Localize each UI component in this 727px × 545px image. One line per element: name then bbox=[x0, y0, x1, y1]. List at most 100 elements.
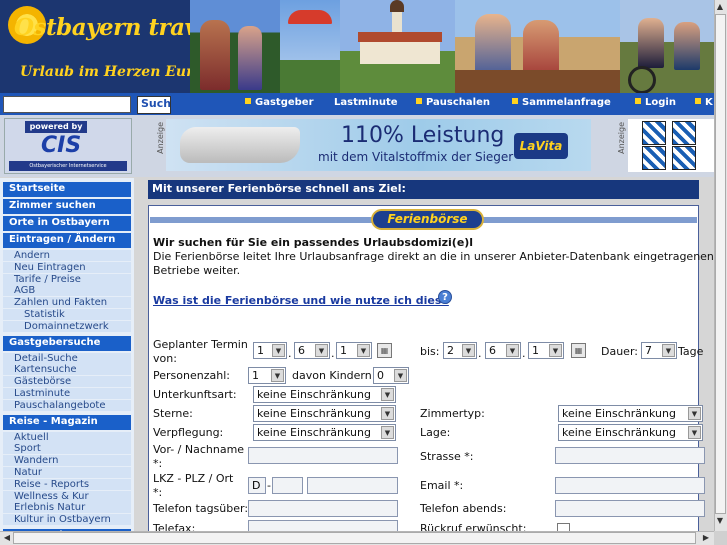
chevron-down-icon: ▼ bbox=[462, 344, 475, 357]
sidebar-item-detail-suche[interactable]: Detail-Suche bbox=[3, 352, 131, 364]
sidebar-item-tarife-preise[interactable]: Tarife / Preise bbox=[3, 273, 131, 285]
calendar-icon[interactable]: ▦ bbox=[571, 343, 586, 358]
sidebar-item-statistik[interactable]: Statistik bbox=[3, 309, 131, 320]
chevron-down-icon: ▼ bbox=[381, 407, 394, 420]
zimmertyp-select[interactable]: keine Einschränkung ▼ bbox=[558, 405, 703, 422]
from-day-select[interactable]: 1 ▼ bbox=[253, 342, 287, 359]
from-month-select[interactable]: 6 ▼ bbox=[294, 342, 330, 359]
sidebar-item-reise-reports[interactable]: Reise - Reports bbox=[3, 478, 131, 490]
scroll-down-icon[interactable]: ▼ bbox=[714, 515, 726, 527]
intro-heading: Wir suchen für Sie ein passendes Urlaubs… bbox=[153, 236, 474, 249]
separator-dot: . bbox=[331, 347, 335, 360]
scroll-left-icon[interactable]: ◀ bbox=[1, 532, 13, 544]
chevron-down-icon: ▼ bbox=[315, 344, 328, 357]
to-month-select[interactable]: 6 ▼ bbox=[485, 342, 521, 359]
strasse-label: Strasse *: bbox=[420, 450, 474, 463]
personen-select[interactable]: 1 ▼ bbox=[248, 367, 286, 384]
rhombus-tile bbox=[672, 121, 696, 145]
sidebar-item-agb[interactable]: AGB bbox=[3, 285, 131, 297]
verpflegung-select[interactable]: keine Einschränkung ▼ bbox=[253, 424, 396, 441]
nav-item-pauschalen[interactable]: Pauschalen bbox=[416, 97, 490, 108]
sidebar-item-wandern[interactable]: Wandern bbox=[3, 455, 131, 467]
vitalstoff-banner[interactable]: 110% Leistung mit dem Vitalstoffmix der … bbox=[166, 119, 591, 171]
lavita-logo: LaVita bbox=[514, 133, 568, 159]
unterkunft-select[interactable]: keine Einschränkung ▼ bbox=[253, 386, 396, 403]
sidebar-item-erlebnis-natur[interactable]: Erlebnis Natur bbox=[3, 502, 131, 514]
sidebar-item-sport[interactable]: Sport bbox=[3, 443, 131, 455]
strasse-input[interactable] bbox=[555, 447, 705, 464]
sidebar-item-kartensuche[interactable]: Kartensuche bbox=[3, 364, 131, 376]
sidebar-item-aktuell[interactable]: Aktuell bbox=[3, 431, 131, 443]
horizontal-scroll-thumb[interactable] bbox=[13, 532, 696, 544]
header-photo-bikers bbox=[620, 0, 714, 93]
shoes-image bbox=[180, 127, 300, 163]
sidebar-item-zimmer-suchen[interactable]: Zimmer suchen bbox=[3, 199, 131, 214]
tel-abend-input[interactable] bbox=[555, 500, 705, 517]
sidebar-item-neu-eintragen[interactable]: Neu Eintragen bbox=[3, 261, 131, 273]
anzeige-label: Anzeige bbox=[156, 122, 165, 154]
dauer-select[interactable]: 7 ▼ bbox=[641, 342, 677, 359]
search-button[interactable]: Such bbox=[137, 96, 171, 114]
sidebar-item-natur[interactable]: Natur bbox=[3, 467, 131, 478]
kinder-label: davon Kindern: bbox=[292, 369, 376, 382]
name-label: Vor- / Nachname bbox=[153, 443, 245, 456]
help-icon[interactable]: ? bbox=[438, 290, 452, 304]
sidebar-item-ändern[interactable]: Ändern bbox=[3, 250, 131, 261]
lkz-input[interactable]: D bbox=[248, 477, 266, 494]
tel-tag-input[interactable] bbox=[248, 500, 398, 517]
bayern-ad[interactable] bbox=[628, 119, 714, 172]
name-input[interactable] bbox=[248, 447, 398, 464]
sidebar-item-domainnetzwerk[interactable]: Domainnetzwerk bbox=[3, 320, 131, 332]
help-link[interactable]: Was ist die Ferienbörse und wie nutze ic… bbox=[153, 294, 449, 307]
site-logo[interactable]: Ostbayern travel Urlaub im Herzen Europa… bbox=[0, 0, 230, 93]
vertical-scroll-thumb[interactable] bbox=[715, 14, 726, 514]
bullet-icon bbox=[635, 98, 641, 104]
nav-item-gastgeber[interactable]: Gastgeber bbox=[245, 97, 314, 108]
sidebar-item-eintragen-ändern[interactable]: Eintragen / Ändern bbox=[3, 233, 131, 248]
ort-label-required: *: bbox=[153, 486, 163, 499]
ort-input[interactable] bbox=[307, 477, 398, 494]
sidebar-item-gastgebersuche[interactable]: Gastgebersuche bbox=[3, 335, 131, 351]
sidebar-item-startseite[interactable]: Startseite bbox=[3, 182, 131, 197]
lage-select[interactable]: keine Einschränkung ▼ bbox=[558, 424, 703, 441]
sidebar-item-kultur-in-ostbayern[interactable]: Kultur in Ostbayern bbox=[3, 514, 131, 526]
rhombus-tile bbox=[642, 121, 666, 145]
termin-von-label: von: bbox=[153, 352, 177, 365]
header-photo-paraglider bbox=[280, 0, 340, 93]
email-label: Email *: bbox=[420, 479, 464, 492]
sidebar-item-wellness-kur[interactable]: Wellness & Kur bbox=[3, 490, 131, 502]
nav-item-login[interactable]: Login bbox=[635, 97, 676, 108]
to-day-select[interactable]: 2 ▼ bbox=[443, 342, 477, 359]
nav-item-sammelanfrage[interactable]: Sammelanfrage bbox=[512, 97, 611, 108]
header-photo-church bbox=[340, 0, 455, 93]
sidebar-item-reise-magazin[interactable]: Reise - Magazin bbox=[3, 414, 131, 430]
nav-item-k[interactable]: K bbox=[695, 97, 713, 108]
kinder-select[interactable]: 0 ▼ bbox=[373, 367, 409, 384]
scroll-right-icon[interactable]: ▶ bbox=[700, 532, 712, 544]
header-photo-hikers bbox=[190, 0, 280, 93]
chevron-down-icon: ▼ bbox=[357, 344, 370, 357]
sidebar-item-gästebörse[interactable]: Gästebörse bbox=[3, 376, 131, 388]
plz-input[interactable] bbox=[272, 477, 303, 494]
to-year-select[interactable]: 1 ▼ bbox=[528, 342, 564, 359]
from-year-select[interactable]: 1 ▼ bbox=[336, 342, 372, 359]
sidebar-item-zahlen-und-fakten[interactable]: Zahlen und Fakten bbox=[3, 297, 131, 309]
nav-item-lastminute[interactable]: Lastminute bbox=[334, 97, 398, 108]
scroll-up-icon[interactable]: ▲ bbox=[714, 1, 726, 13]
termin-label: Geplanter Termin bbox=[153, 338, 248, 351]
chevron-down-icon: ▼ bbox=[381, 426, 394, 439]
calendar-icon[interactable]: ▦ bbox=[377, 343, 392, 358]
sidebar-item-pauschalangebote[interactable]: Pauschalangebote bbox=[3, 399, 131, 411]
brand-name: Ostbayern travel bbox=[14, 14, 220, 41]
sterne-select[interactable]: keine Einschränkung ▼ bbox=[253, 405, 396, 422]
sidebar-item-lastminute[interactable]: Lastminute bbox=[3, 388, 131, 399]
intro-text-1: Die Ferienbörse leitet Ihre Urlaubsanfra… bbox=[153, 250, 714, 263]
bullet-icon bbox=[245, 98, 251, 104]
cis-subtitle: Ostbayerischer Internetservice bbox=[9, 161, 127, 171]
cis-ad[interactable]: powered by CIS Ostbayerischer Internetse… bbox=[4, 118, 132, 174]
name-label-required: *: bbox=[153, 457, 163, 470]
email-input[interactable] bbox=[555, 477, 705, 494]
separator-dot: . bbox=[522, 347, 526, 360]
search-input[interactable] bbox=[3, 96, 131, 113]
sidebar-item-orte-in-ostbayern[interactable]: Orte in Ostbayern bbox=[3, 216, 131, 231]
